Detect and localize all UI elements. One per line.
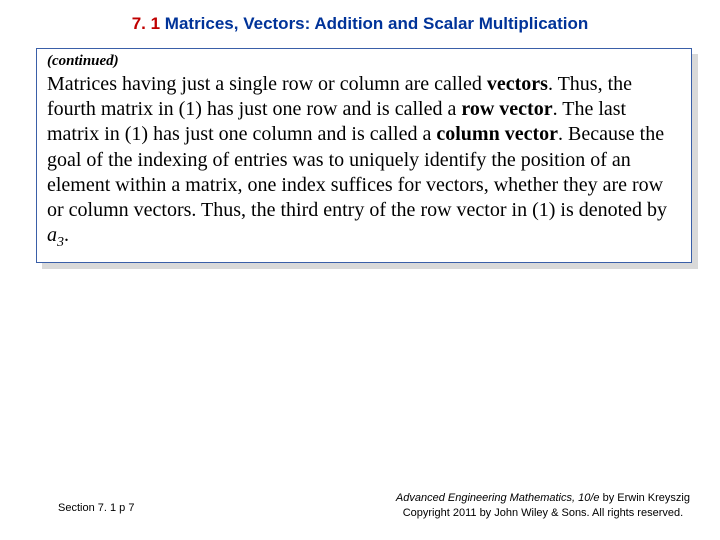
text-run: . xyxy=(64,224,69,246)
footer-copyright: Copyright 2011 by John Wiley & Sons. All… xyxy=(396,506,690,520)
text-run: Matrices having just a single row or col… xyxy=(47,73,487,95)
book-title: Advanced Engineering Mathematics, 10/e xyxy=(396,492,600,504)
body-paragraph: Matrices having just a single row or col… xyxy=(47,72,679,252)
term-row-vector: row vector xyxy=(461,98,552,120)
content-box: (continued) Matrices having just a singl… xyxy=(36,48,692,263)
footer-section-page: Section 7. 1 p 7 xyxy=(58,502,134,514)
book-author: by Erwin Kreyszig xyxy=(600,492,690,504)
term-column-vector: column vector xyxy=(436,123,558,145)
footer-line-1: Advanced Engineering Mathematics, 10/e b… xyxy=(396,491,690,505)
continued-label: (continued) xyxy=(47,53,679,70)
section-title: Matrices, Vectors: Addition and Scalar M… xyxy=(160,14,588,33)
content-box-wrap: (continued) Matrices having just a singl… xyxy=(36,48,692,263)
term-vectors: vectors xyxy=(487,73,548,95)
page-header: 7. 1 Matrices, Vectors: Addition and Sca… xyxy=(0,0,720,42)
section-number: 7. 1 xyxy=(132,14,160,33)
variable-a: a xyxy=(47,224,57,246)
subscript-3: 3 xyxy=(57,235,64,250)
footer-attribution: Advanced Engineering Mathematics, 10/e b… xyxy=(396,491,690,520)
